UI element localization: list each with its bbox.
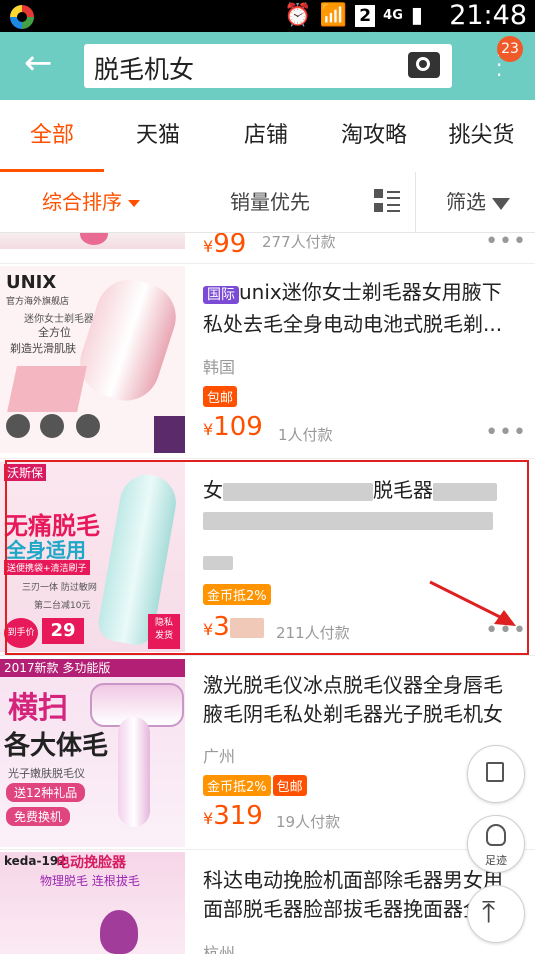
image-text: 横扫 [8,691,68,726]
back-to-top-button[interactable]: ⤒ [467,885,525,943]
status-icons: ⏰ 📶 2 4G ▮ [284,3,423,28]
tab-shops[interactable]: 店铺 [212,100,320,172]
paid-count: 277人付款 [262,233,336,251]
footprint-button[interactable]: 足迹 [467,815,525,873]
product-title[interactable]: 国际 unix迷你女士剃毛器女用腋下私处去毛全身电动电池式脱毛剃... [203,278,513,339]
search-header: ← 脱毛机女 ··· 23 [0,32,535,100]
list-item[interactable]: UNIX 官方海外旗舰店 迷你女士剃毛器 全方位 剃造光滑肌肤 国际 unix迷你… [0,266,535,453]
list-view-toggle-icon[interactable] [374,189,400,215]
feedback-button[interactable] [467,745,525,803]
location: 广州 [203,747,236,766]
annotation-arrow-icon [429,580,516,626]
more-options-icon[interactable]: ••• [485,422,527,444]
divider [0,263,535,264]
footprint-icon [486,824,506,846]
product-image: UNIX 官方海外旗舰店 迷你女士剃毛器 全方位 剃造光滑肌肤 [0,266,185,453]
product-image: 2017新款 多功能版 横扫 各大体毛 光子嫩肤脱毛仪 送12种礼品 免费换机 [0,659,185,847]
paid-count: 1人付款 [278,426,333,444]
sort-comprehensive-label: 综合排序 [42,190,122,214]
filter-label: 筛选 [446,190,486,214]
sort-bar: 综合排序 销量优先 筛选 [0,172,535,233]
wifi-icon: 📶 [319,3,348,28]
more-options-icon[interactable]: ••• [485,233,527,253]
list-item[interactable]: keda-192 电动挽脸器 物理脱毛 连根拔毛 科达电动挽脸机面部除毛器男女用… [0,852,535,954]
edit-note-icon [486,762,504,782]
network-type: 4G [383,8,403,23]
product-title-text: unix迷你女士剃毛器女用腋下私处去毛全身电动电池式脱毛剃... [203,280,503,336]
image-text: 光子嫩肤脱毛仪 [8,767,85,780]
back-arrow-icon[interactable]: ← [24,46,53,80]
image-text: 物理脱毛 连根拔毛 [40,874,140,888]
sim-indicator: 2 [355,4,376,27]
camera-icon[interactable] [408,52,440,78]
search-input[interactable]: 脱毛机女 [84,44,452,88]
paid-count: 19人付款 [276,813,341,831]
tab-picks[interactable]: 挑尖货 [428,100,535,172]
image-text: 免费换机 [6,807,71,826]
sort-comprehensive[interactable]: 综合排序 [42,172,140,232]
coin-discount-tag: 金币抵2% [203,775,271,796]
caret-down-icon [128,200,140,207]
category-tabs: 全部 天猫 店铺 淘攻略 挑尖货 [0,100,535,173]
message-count-badge: 23 [497,36,523,62]
clock: 21:48 [449,0,527,31]
tab-all[interactable]: 全部 [0,100,104,172]
divider [0,458,535,459]
battery-icon: ▮ [410,3,423,28]
image-text: 电动挽脸器 [56,855,126,871]
divider [0,849,535,850]
tag-row: 包邮 [203,386,238,407]
image-text: 剃造光滑肌肤 [10,342,76,355]
list-item[interactable]: ¥99 277人付款 ••• [0,233,535,263]
divider [0,655,535,656]
price: ¥99 [203,233,246,259]
product-title[interactable]: 激光脱毛仪冰点脱毛仪器全身唇毛腋毛阴毛私处剃毛器光子脱毛机女 [203,671,513,729]
search-query: 脱毛机女 [94,55,195,84]
international-tag: 国际 [203,286,239,304]
price: ¥109 [203,412,263,442]
image-text: 送12种礼品 [6,783,86,802]
price-value: 109 [213,412,263,442]
image-text: 官方海外旗舰店 [6,297,70,307]
price: ¥319 [203,801,263,831]
footprint-label: 足迹 [485,854,507,867]
image-text: 各大体毛 [4,731,109,761]
image-text: 2017新款 多功能版 [0,659,185,677]
price-value: 99 [213,233,247,259]
status-bar: ⏰ 📶 2 4G ▮ 21:48 [0,0,535,32]
tab-guides[interactable]: 淘攻略 [320,100,428,172]
sort-divider [415,172,416,232]
funnel-icon [492,197,510,210]
price-value: 319 [213,801,263,831]
alarm-icon: ⏰ [284,3,312,28]
location: 韩国 [203,358,236,377]
arrow-up-icon: ⤒ [482,895,496,930]
filter-button[interactable]: 筛选 [446,172,510,232]
product-image [0,233,185,249]
tag-row: 金币抵2% 包邮 [203,775,307,796]
location: 杭州 [203,944,236,954]
free-shipping-tag: 包邮 [272,775,307,796]
image-text: 全方位 [38,326,71,339]
image-text: 迷你女士剃毛器 [24,314,94,325]
image-text: UNIX [6,272,57,293]
tab-tmall[interactable]: 天猫 [104,100,212,172]
list-item[interactable]: 2017新款 多功能版 横扫 各大体毛 光子嫩肤脱毛仪 送12种礼品 免费换机 … [0,659,535,847]
free-shipping-tag: 包邮 [203,386,238,407]
product-image: keda-192 电动挽脸器 物理脱毛 连根拔毛 [0,852,185,954]
sort-sales[interactable]: 销量优先 [230,172,310,232]
app-notification-icon [10,5,34,29]
